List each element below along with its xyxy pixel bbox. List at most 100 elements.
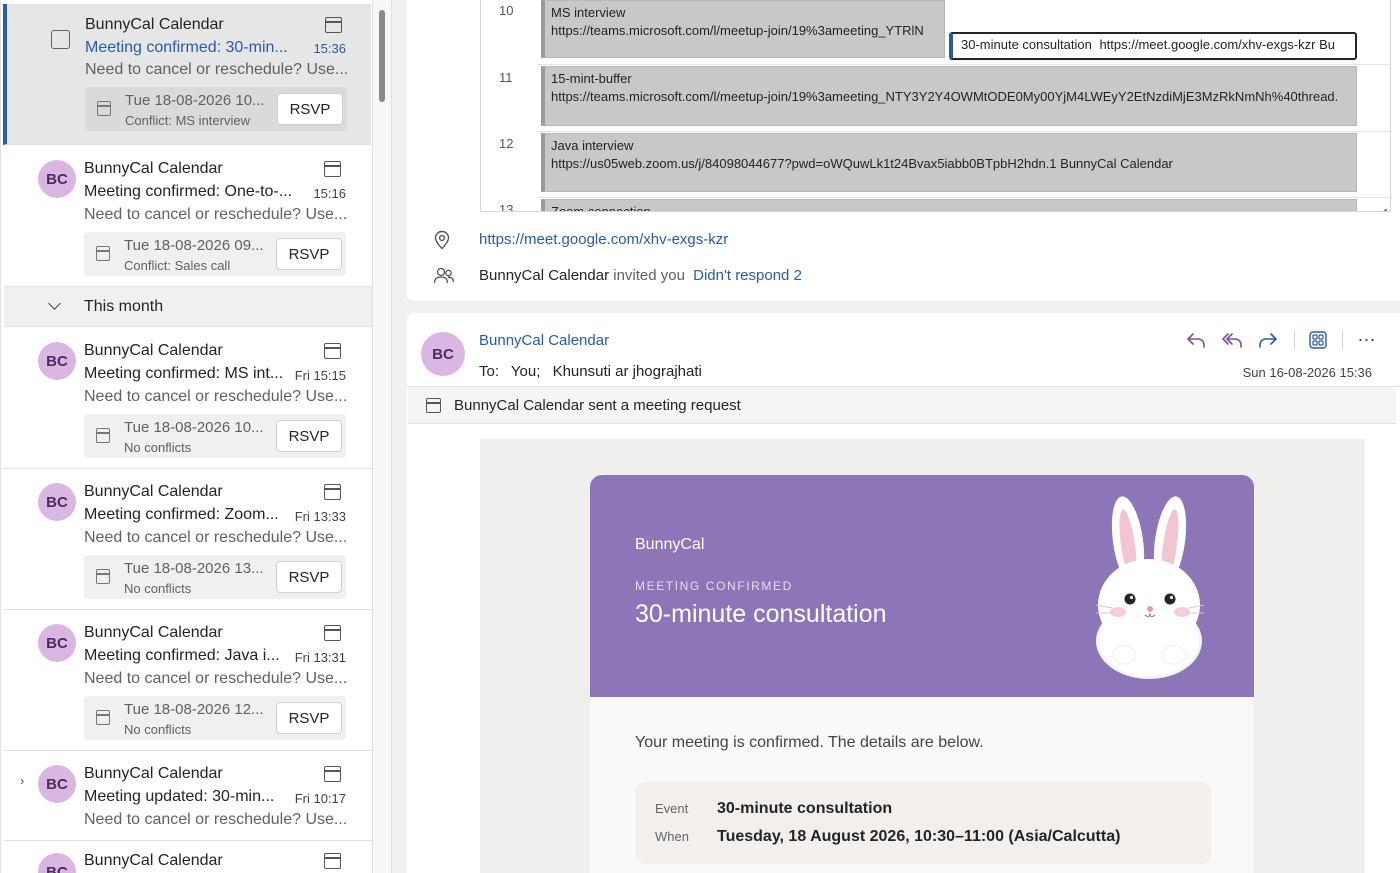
organizer-name: BunnyCal Calendar xyxy=(479,267,610,284)
rsvp-conflict: No conflicts xyxy=(124,440,192,455)
hour-divider xyxy=(537,131,1390,132)
avatar: BC xyxy=(38,624,76,662)
rsvp-conflict: No conflicts xyxy=(124,722,192,737)
bunny-mascot-icon xyxy=(1095,496,1205,679)
detail-value-event: 30-minute consultation xyxy=(717,800,893,817)
list-item[interactable]: BC BunnyCal Calendar xyxy=(4,841,372,873)
reply-icon xyxy=(1187,333,1205,348)
location-link[interactable]: https://meet.google.com/xhv-exgs-kzr xyxy=(479,231,728,248)
invited-text: invited you xyxy=(613,267,685,284)
preview-text: Need to cancel or reschedule? Use... xyxy=(84,206,348,223)
apps-button[interactable] xyxy=(1304,328,1332,352)
rsvp-date: Tue 18-08-2026 09... xyxy=(124,237,264,254)
received-time: Fri 10:17 xyxy=(294,791,346,806)
received-time: 15:16 xyxy=(313,186,346,201)
event-title: MS interview xyxy=(551,5,626,20)
calendar-event[interactable]: Zoom connection xyxy=(541,199,1357,212)
rsvp-button[interactable]: RSVP xyxy=(277,93,343,125)
avatar: BC xyxy=(38,853,76,873)
hour-divider xyxy=(537,197,1390,198)
list-item[interactable]: › BC BunnyCal Calendar Meeting updated: … xyxy=(4,751,372,841)
rsvp-button[interactable]: RSVP xyxy=(276,420,342,452)
calendar-icon xyxy=(96,246,110,261)
calendar-icon xyxy=(96,428,110,443)
message-sender[interactable]: BunnyCal Calendar xyxy=(479,332,609,349)
sender-name: BunnyCal Calendar xyxy=(84,342,223,359)
event-url: https://us05web.zoom.us/j/84098044677?pw… xyxy=(551,156,1173,171)
list-item[interactable]: BC BunnyCal Calendar Meeting confirmed: … xyxy=(4,328,372,469)
avatar: BC xyxy=(38,160,76,198)
scrollbar-thumb[interactable] xyxy=(379,10,385,102)
rsvp-button[interactable]: RSVP xyxy=(276,561,342,593)
sender-name: BunnyCal Calendar xyxy=(85,16,224,33)
sender-name: BunnyCal Calendar xyxy=(84,765,223,782)
forward-button[interactable] xyxy=(1254,328,1282,352)
brand-name: BunnyCal xyxy=(635,536,705,553)
rsvp-card: Tue 18-08-2026 10... Conflict: MS interv… xyxy=(85,87,347,131)
event-title: Zoom connection xyxy=(551,204,651,212)
select-checkbox[interactable] xyxy=(51,30,70,49)
list-item[interactable]: BC BunnyCal Calendar Meeting confirmed: … xyxy=(4,469,372,610)
received-time: Fri 13:31 xyxy=(294,650,346,665)
invite-status: BunnyCal Calendar invited you Didn't res… xyxy=(479,267,802,284)
detail-label-event: Event xyxy=(655,801,689,816)
received-time: 15:36 xyxy=(313,41,346,56)
meeting-details: Event 30-minute consultation When Tuesda… xyxy=(635,782,1211,864)
sender-name: BunnyCal Calendar xyxy=(84,160,223,177)
calendar-event[interactable]: 15-mint-buffer https://teams.microsoft.c… xyxy=(541,66,1357,126)
list-item[interactable]: BC BunnyCal Calendar Meeting confirmed: … xyxy=(4,610,372,751)
detail-value-when: Tuesday, 18 August 2026, 10:30–11:00 (As… xyxy=(717,828,1121,845)
toolbar-divider xyxy=(1294,330,1295,350)
recipient[interactable]: You; xyxy=(511,363,540,380)
calendar-icon xyxy=(324,766,341,782)
calendar-icon xyxy=(96,569,110,584)
detail-label-when: When xyxy=(655,829,689,844)
response-status-link[interactable]: Didn't respond 2 xyxy=(693,267,802,284)
recipient[interactable]: Khunsuti ar jhograjhati xyxy=(553,363,702,380)
calendar-icon xyxy=(324,161,341,177)
more-icon: ⋯ xyxy=(1357,329,1377,350)
rsvp-conflict: Conflict: MS interview xyxy=(125,113,250,128)
calendar-icon xyxy=(325,17,342,33)
reply-all-button[interactable] xyxy=(1218,328,1246,352)
calendar-day-preview[interactable]: 10 11 12 13 MS interview https://teams.m… xyxy=(480,0,1391,212)
forward-icon xyxy=(1259,333,1277,348)
rsvp-card: Tue 18-08-2026 10... No conflicts RSVP xyxy=(84,414,346,458)
resize-grip-icon[interactable] xyxy=(1375,197,1387,209)
current-event-highlight[interactable]: 30-minute consultation https://meet.goog… xyxy=(949,32,1357,60)
rsvp-card: Tue 18-08-2026 13... No conflicts RSVP xyxy=(84,555,346,599)
group-header-this-month[interactable]: This month xyxy=(4,287,372,327)
chevron-right-icon[interactable]: › xyxy=(20,773,24,788)
avatar: BC xyxy=(38,342,76,380)
subject: Meeting confirmed: Zoom... xyxy=(84,506,279,523)
more-options-button[interactable]: ⋯ xyxy=(1353,328,1381,352)
meeting-request-text: BunnyCal Calendar sent a meeting request xyxy=(454,397,741,414)
list-item[interactable]: BC BunnyCal Calendar Meeting confirmed: … xyxy=(4,146,372,287)
calendar-event[interactable]: Java interview https://us05web.zoom.us/j… xyxy=(541,133,1357,192)
eyebrow-label: MEETING CONFIRMED xyxy=(635,579,793,593)
message-list: BunnyCal Calendar Meeting confirmed: 30-… xyxy=(0,0,372,873)
rsvp-card: Tue 18-08-2026 09... Conflict: Sales cal… xyxy=(84,232,346,276)
reply-button[interactable] xyxy=(1182,328,1210,352)
chevron-down-icon xyxy=(48,297,61,310)
calendar-event[interactable]: MS interview https://teams.microsoft.com… xyxy=(541,0,945,58)
rsvp-date: Tue 18-08-2026 13... xyxy=(124,560,264,577)
preview-text: Need to cancel or reschedule? Use... xyxy=(84,670,348,687)
hero-banner: BunnyCal MEETING CONFIRMED 30-minute con… xyxy=(590,475,1254,697)
location-pin-icon xyxy=(434,230,450,250)
calendar-icon xyxy=(97,101,111,116)
rsvp-button[interactable]: RSVP xyxy=(276,238,342,270)
calendar-icon xyxy=(324,853,341,869)
calendar-icon xyxy=(324,484,341,500)
event-url: https://meet.google.com/xhv-exgs-kzr Bu xyxy=(1099,37,1335,52)
rsvp-date: Tue 18-08-2026 10... xyxy=(124,419,264,436)
calendar-icon xyxy=(324,343,341,359)
toolbar-divider xyxy=(1342,330,1343,350)
avatar: BC xyxy=(421,332,465,376)
list-item[interactable]: BunnyCal Calendar Meeting confirmed: 30-… xyxy=(3,4,371,145)
group-header-label: This month xyxy=(84,298,164,315)
rsvp-card: Tue 18-08-2026 12... No conflicts RSVP xyxy=(84,696,346,740)
list-scrollbar[interactable] xyxy=(372,0,392,873)
subject: Meeting confirmed: 30-min... xyxy=(85,39,288,56)
rsvp-button[interactable]: RSVP xyxy=(276,702,342,734)
